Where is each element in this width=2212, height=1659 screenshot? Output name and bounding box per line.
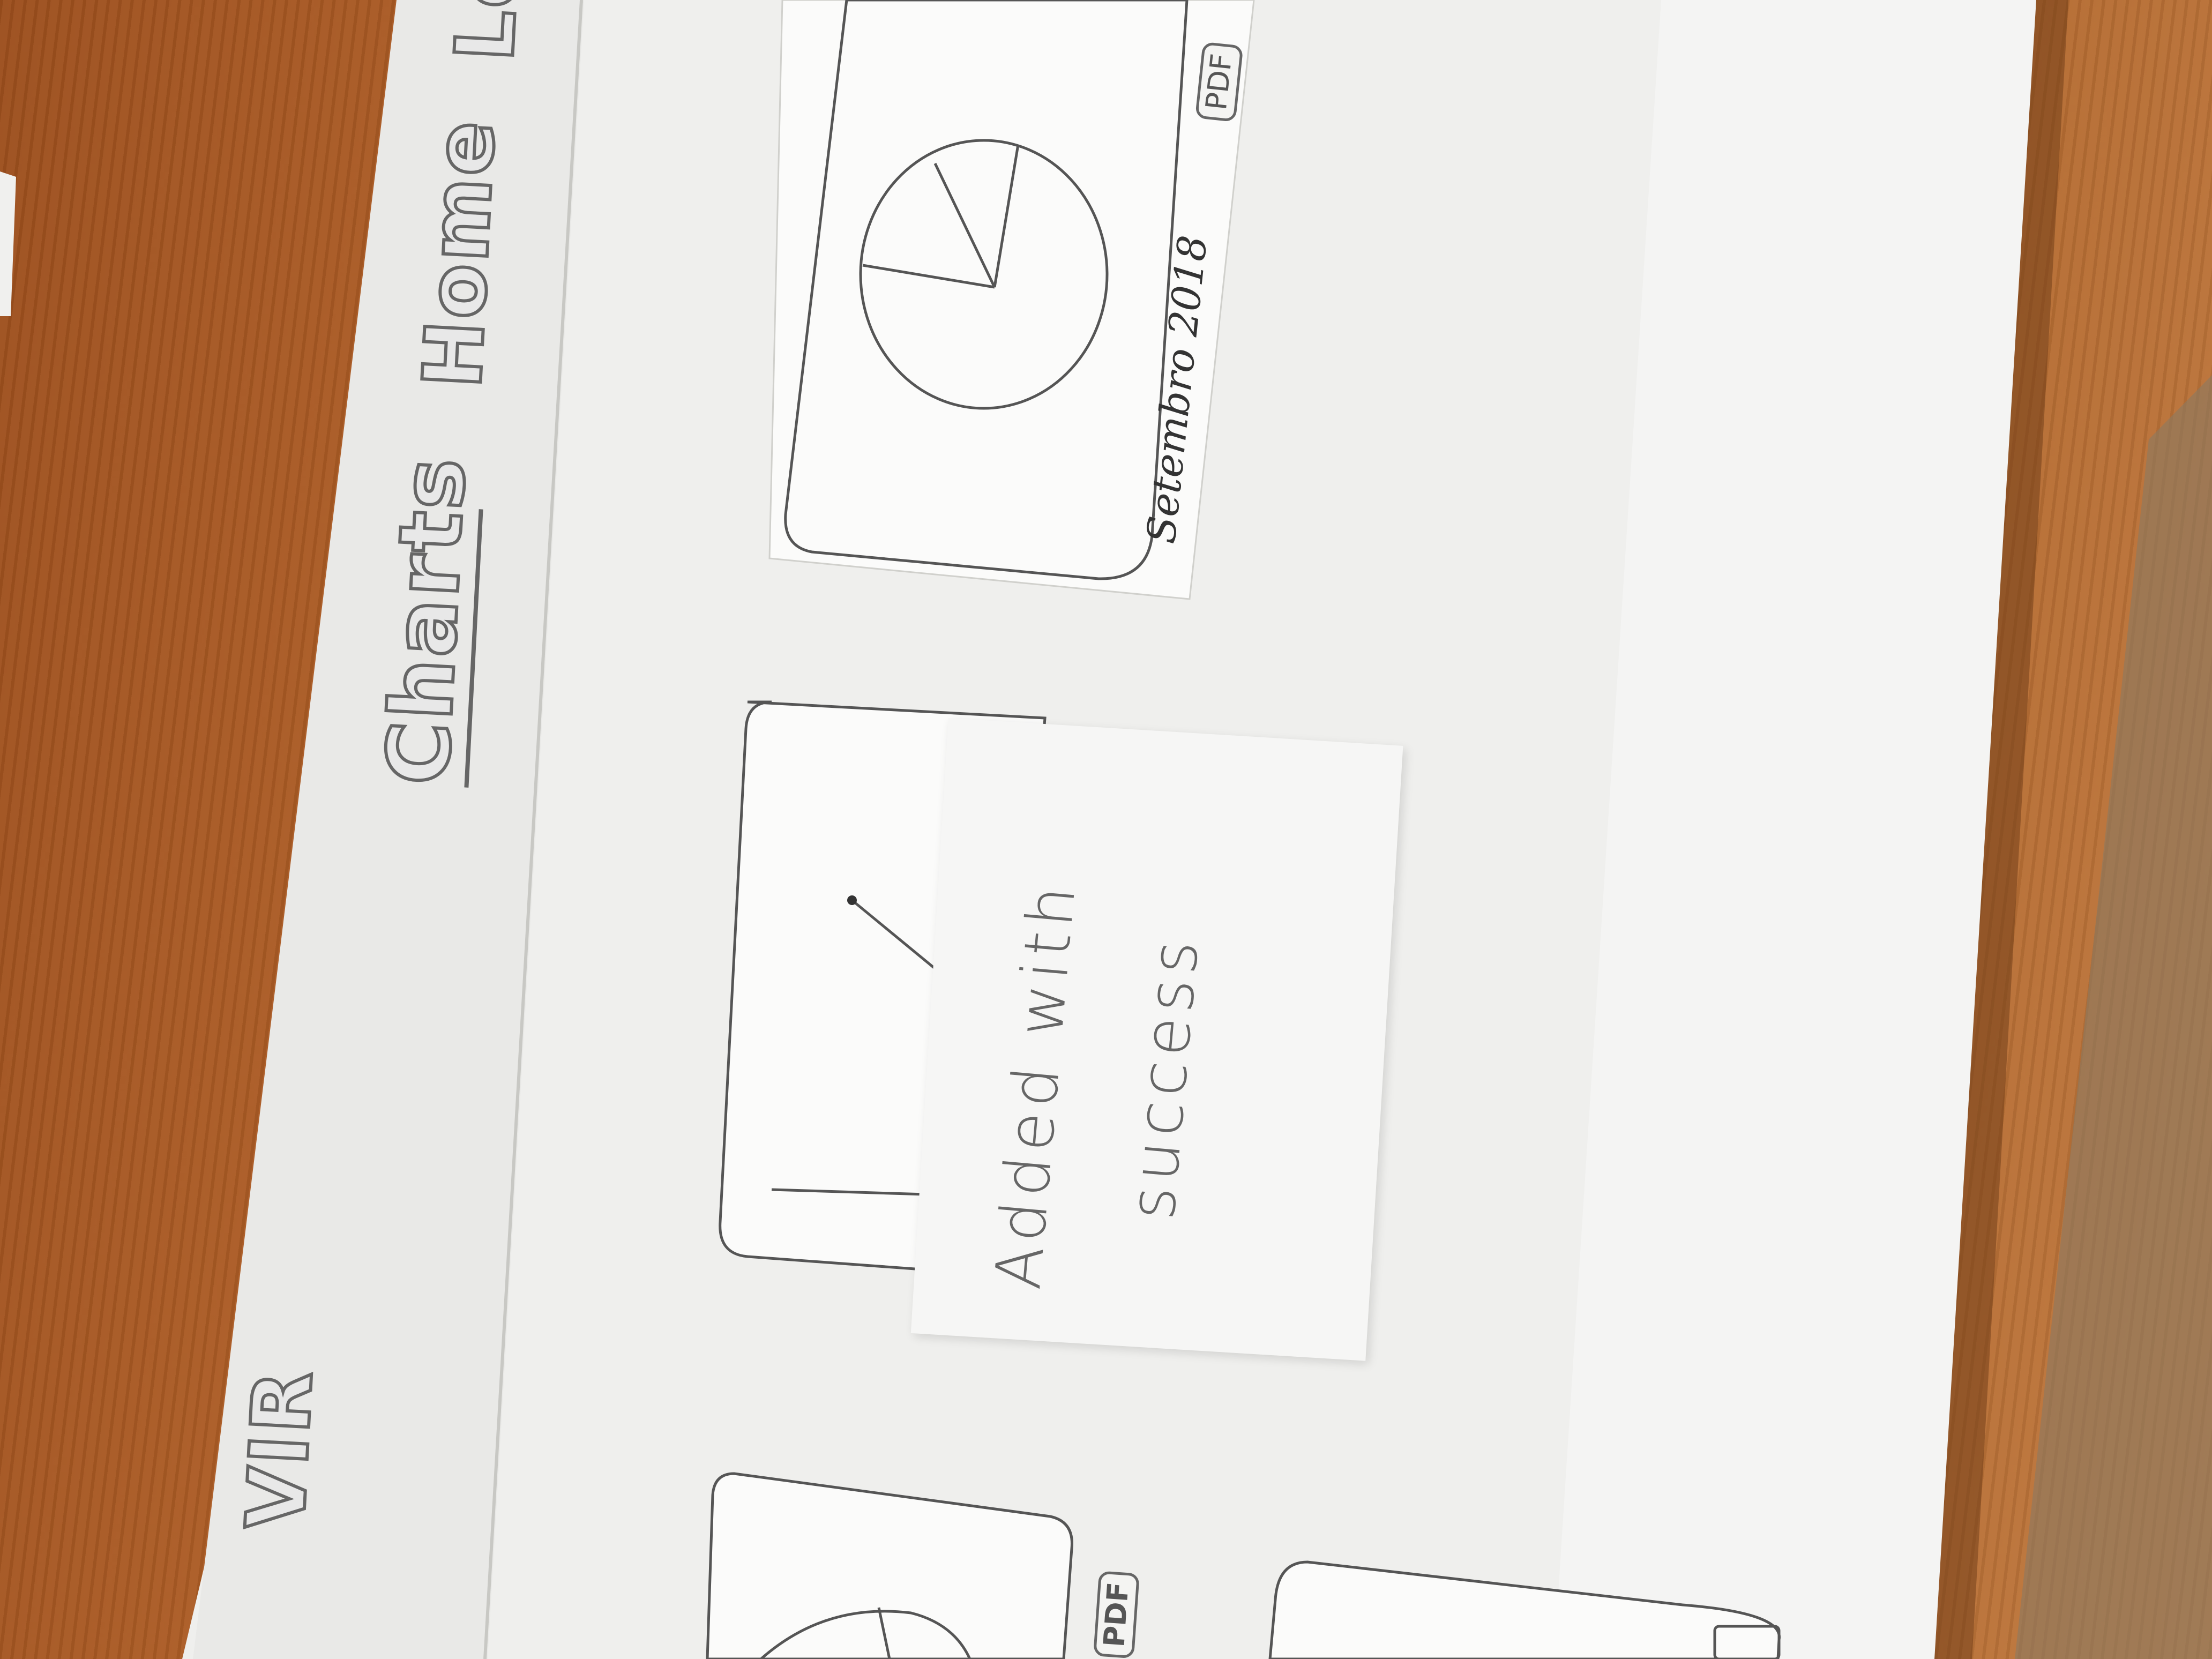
paper-scrap-left xyxy=(0,171,16,316)
desk-edge xyxy=(2015,375,2212,1659)
brand-logo-partial: VIR xyxy=(228,1365,332,1533)
nav-link-charts[interactable]: Charts xyxy=(366,452,487,789)
pdf-download-button-top[interactable]: PDF xyxy=(1195,41,1244,122)
nav-link-home[interactable]: Home xyxy=(405,115,515,392)
photo-scene: VIR Charts Home Lo Setembro 2018 PDF PDF… xyxy=(0,0,2212,1659)
pdf-download-button-bottom[interactable]: PDF xyxy=(1093,1571,1140,1659)
nav-link-lo[interactable]: Lo xyxy=(437,0,539,65)
